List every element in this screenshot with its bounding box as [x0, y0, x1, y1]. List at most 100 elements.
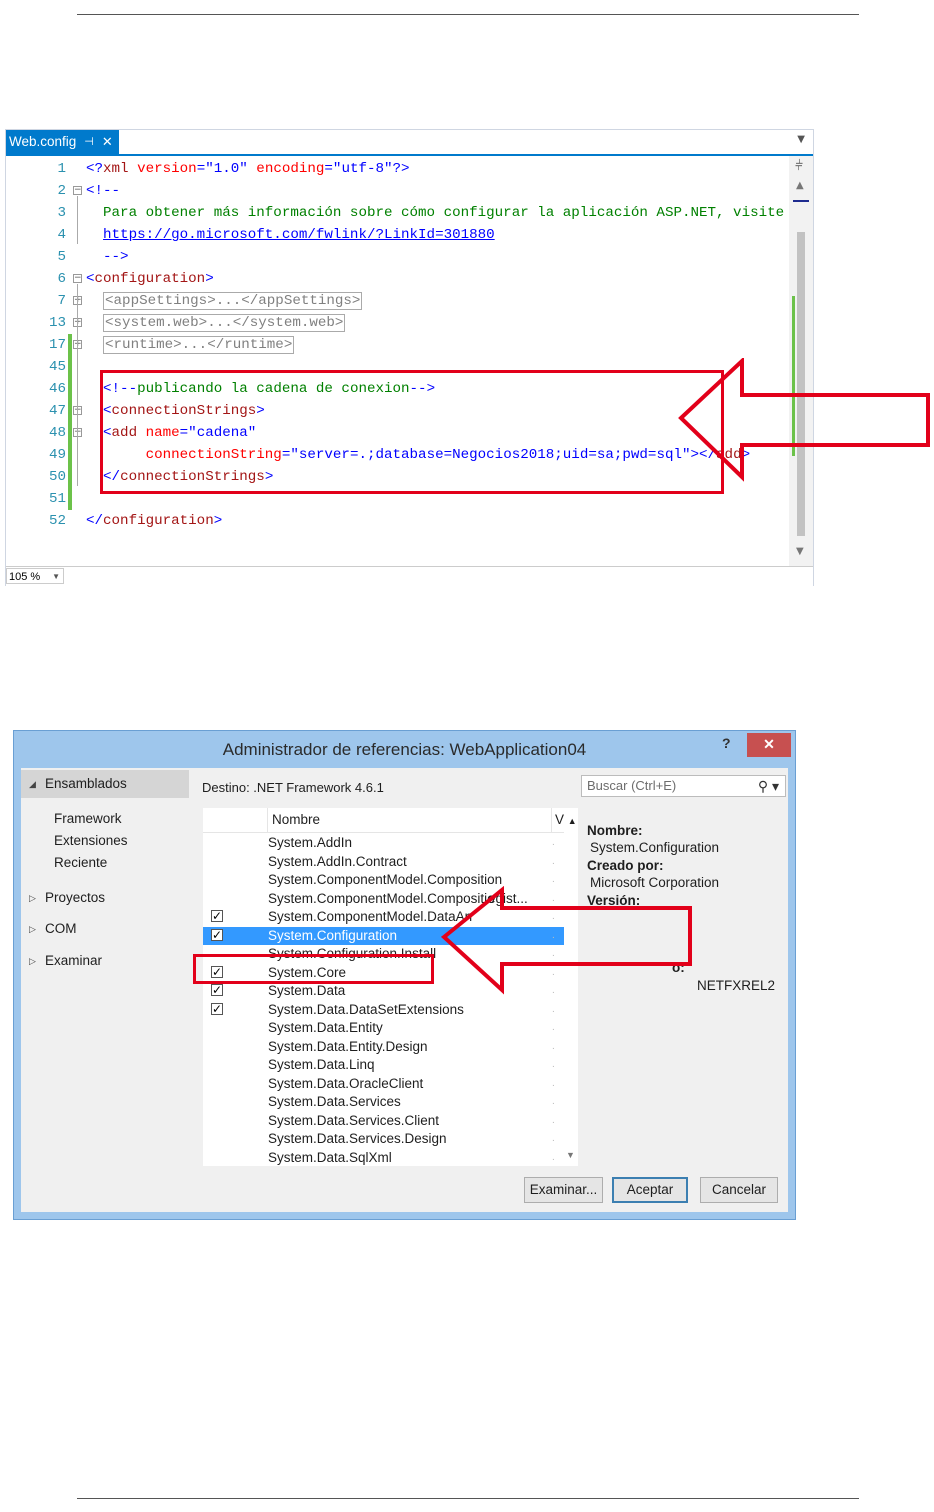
code-line[interactable]: 13+ <system.web>...</system.web>: [6, 312, 789, 334]
aceptar-button[interactable]: Aceptar: [612, 1177, 688, 1203]
assembly-name: System.AddIn.Contract: [268, 853, 407, 869]
cancelar-button[interactable]: Cancelar: [700, 1177, 778, 1203]
list-item[interactable]: ✓ System.Data.DataSetExtensions.: [203, 1001, 564, 1020]
scroll-caret-marker: [793, 200, 809, 202]
code-line[interactable]: 2− <!--: [6, 180, 789, 202]
tab-web-config[interactable]: Web.config ⊣ ✕: [6, 130, 119, 154]
code-token: configuration: [94, 271, 206, 287]
list-item[interactable]: System.Data.OracleClient.: [203, 1075, 564, 1094]
target-framework-label: Destino: .NET Framework 4.6.1: [202, 780, 384, 795]
list-item[interactable]: System.Data.Services.Client.: [203, 1112, 564, 1131]
pin-icon[interactable]: ⊣: [84, 130, 94, 154]
column-header-version-label: V: [555, 812, 565, 827]
list-item[interactable]: System.Data.Linq.: [203, 1056, 564, 1075]
checkbox[interactable]: ✓: [211, 910, 223, 922]
code-token: Para obtener más información sobre cómo …: [86, 205, 785, 221]
column-header-nombre[interactable]: Nombre: [267, 808, 554, 832]
page-bottom-rule: [77, 1498, 859, 1499]
code-line[interactable]: 6− <configuration>: [6, 268, 789, 290]
version-cell: .: [552, 1096, 555, 1107]
nav-framework[interactable]: Framework: [54, 808, 122, 830]
scroll-up-arrow-icon[interactable]: ▲: [796, 180, 804, 191]
change-indicator: [68, 378, 72, 400]
navigation-pane: ◢ Ensamblados Framework Extensiones Reci…: [21, 768, 196, 1166]
search-input[interactable]: Buscar (Ctrl+E) ⚲ ▾: [581, 775, 786, 797]
assembly-name: System.Data.Services.Client: [268, 1112, 440, 1128]
callout-arrow-icon: [440, 886, 692, 995]
nav-label: Ensamblados: [45, 776, 127, 791]
checkbox[interactable]: ✓: [211, 928, 223, 941]
fold-guide: [77, 196, 78, 244]
scroll-down-arrow-icon[interactable]: ▼: [796, 546, 804, 557]
checkbox[interactable]: ✓: [211, 984, 223, 996]
checkbox[interactable]: ✓: [211, 1002, 223, 1015]
zoom-dropdown[interactable]: 105 % ▼: [6, 568, 64, 584]
nav-reciente[interactable]: Reciente: [54, 852, 107, 874]
list-item[interactable]: System.AddIn.: [203, 834, 564, 853]
change-indicator: [68, 444, 72, 466]
code-line[interactable]: 52 </configuration>: [6, 510, 789, 532]
line-number: 47: [48, 403, 66, 419]
version-cell: .: [552, 1003, 555, 1015]
list-item[interactable]: System.Data.Entity.Design.: [203, 1038, 564, 1057]
assembly-name: System.Data: [268, 983, 346, 998]
close-button[interactable]: ✕: [747, 733, 791, 757]
detail-netfx-value: NETFXREL2: [697, 978, 776, 993]
code-text: <appSettings>...</appSettings>: [86, 290, 363, 312]
search-placeholder: Buscar (Ctrl+E): [587, 778, 677, 793]
collapsed-triangle-icon[interactable]: ▷: [29, 918, 36, 940]
list-item[interactable]: System.Data.Entity.: [203, 1019, 564, 1038]
code-line[interactable]: 7+ <appSettings>...</appSettings>: [6, 290, 789, 312]
code-line[interactable]: 4 https://go.microsoft.com/fwlink/?LinkI…: [6, 224, 789, 246]
tab-list-dropdown-icon[interactable]: ▼: [797, 134, 805, 145]
code-token: utf-8: [341, 161, 385, 177]
assembly-name: System.Data.SqlXml: [268, 1149, 392, 1165]
version-cell: .: [552, 1151, 555, 1163]
collapse-icon[interactable]: −: [73, 274, 82, 283]
list-vertical-scrollbar[interactable]: ▼: [564, 832, 578, 1166]
assembly-name: System.Configuration: [268, 927, 398, 943]
collapsed-triangle-icon[interactable]: ▷: [29, 950, 36, 972]
search-icon[interactable]: ⚲ ▾: [758, 776, 779, 796]
line-number: 4: [57, 227, 66, 243]
version-cell: .: [552, 1040, 555, 1052]
list-item[interactable]: System.Data.Services.: [203, 1093, 564, 1112]
list-item[interactable]: System.Data.Services.Design.: [203, 1130, 564, 1149]
code-token: -->: [86, 249, 129, 265]
code-line[interactable]: 1 <?xml version="1.0" encoding="utf-8"?>: [6, 158, 789, 180]
dialog-button-bar: Examinar... Aceptar Cancelar: [21, 1166, 788, 1212]
editor-tab-strip: Web.config ⊣ ✕ ▼: [6, 130, 813, 156]
code-token: ": [239, 161, 248, 177]
code-line[interactable]: 3 Para obtener más información sobre cóm…: [6, 202, 789, 224]
page-top-rule: [77, 14, 859, 15]
detail-nombre-label: Nombre:: [587, 823, 643, 838]
version-cell: .: [552, 855, 555, 867]
code-token: xml: [103, 161, 129, 177]
collapse-icon[interactable]: −: [73, 186, 82, 195]
code-area[interactable]: 1 <?xml version="1.0" encoding="utf-8"?> 2…: [6, 156, 789, 562]
line-number: 2: [57, 183, 66, 199]
collapsed-triangle-icon[interactable]: ▷: [29, 887, 36, 909]
code-token: <!--: [86, 183, 121, 199]
list-item[interactable]: System.AddIn.Contract.: [203, 853, 564, 872]
nav-extensiones[interactable]: Extensiones: [54, 830, 128, 852]
code-token[interactable]: https://go.microsoft.com/fwlink/?LinkId=…: [103, 227, 495, 243]
fold-guide: [77, 284, 78, 486]
list-item[interactable]: System.Data.SqlXml.: [203, 1149, 564, 1167]
code-text: -->: [86, 246, 129, 268]
code-line[interactable]: 17+ <runtime>...</runtime>: [6, 334, 789, 356]
code-text: https://go.microsoft.com/fwlink/?LinkId=…: [86, 224, 495, 246]
scroll-down-arrow-icon[interactable]: ▼: [566, 1150, 575, 1160]
code-line[interactable]: 5 -->: [6, 246, 789, 268]
code-token: <appSettings>...</appSettings>: [103, 292, 363, 310]
assembly-name: System.AddIn: [268, 835, 353, 850]
help-icon[interactable]: ?: [722, 735, 731, 751]
change-indicator: [68, 466, 72, 488]
examinar-button[interactable]: Examinar...: [524, 1177, 603, 1203]
expanded-triangle-icon[interactable]: ◢: [29, 773, 36, 795]
close-icon[interactable]: ✕: [102, 130, 113, 154]
code-text: Para obtener más información sobre cómo …: [86, 202, 784, 224]
code-text: <configuration>: [86, 268, 214, 290]
split-window-icon[interactable]: ⫩: [795, 158, 803, 174]
column-header-version[interactable]: V ▲: [551, 808, 578, 832]
